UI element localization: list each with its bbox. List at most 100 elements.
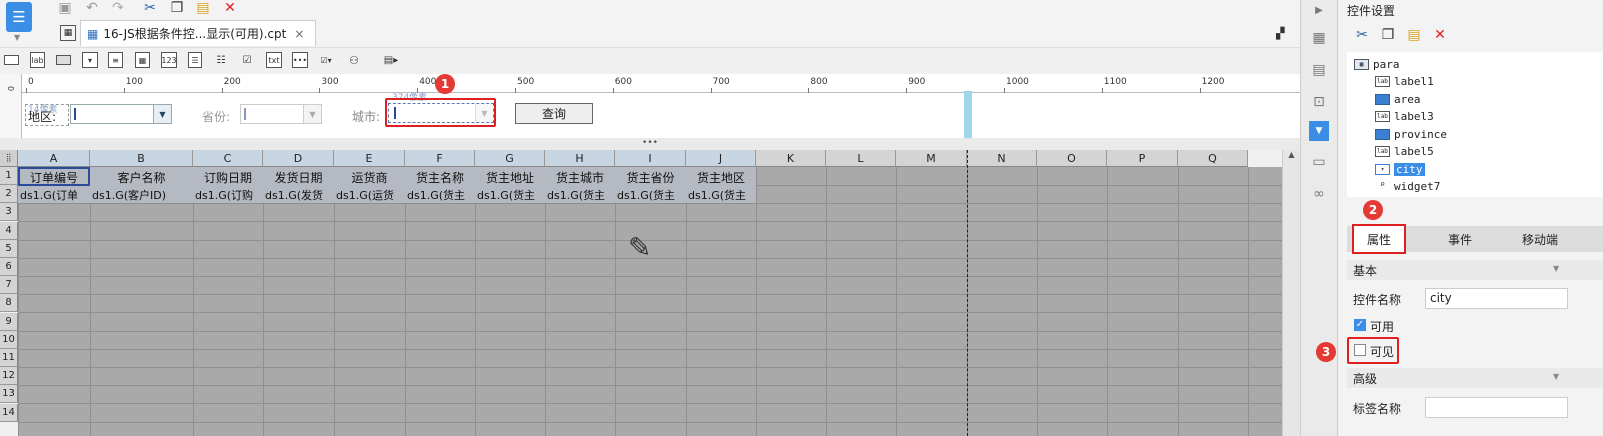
label-widget-button[interactable]: lab [30, 52, 45, 68]
province-combo[interactable]: ▼ [240, 104, 322, 124]
selected-cell-a1[interactable] [18, 167, 90, 186]
splitter-handle[interactable]: ••• [0, 138, 1300, 150]
date-widget-button[interactable]: ▦ [135, 52, 150, 68]
column-header-e[interactable]: E [334, 150, 405, 167]
row-header-12[interactable]: 12 [0, 367, 18, 386]
column-header-m[interactable]: M [896, 150, 967, 167]
sheet-corner[interactable]: ⣿ [0, 150, 18, 167]
data-cell[interactable]: ds1.G(运货 [334, 186, 405, 203]
header-cell[interactable]: 货主城市 [545, 168, 615, 186]
column-header-c[interactable]: C [193, 150, 263, 167]
tree-widget-button[interactable]: ⚇ [346, 52, 362, 68]
row-header-6[interactable]: 6 [0, 258, 18, 276]
data-cell[interactable]: ds1.G(订购 [193, 186, 263, 203]
more-widgets-button[interactable]: ▤▸ [378, 52, 404, 68]
column-header-n[interactable]: N [967, 150, 1037, 167]
file-tab[interactable]: ▦ 16-JS根据条件控...显示(可用).cpt × [80, 20, 316, 46]
column-header-p[interactable]: P [1107, 150, 1178, 167]
tree-item-city[interactable]: ▾ city [1375, 161, 1425, 177]
tab-events[interactable]: 事件 [1420, 226, 1500, 252]
app-menu-chevron-icon[interactable]: ▼ [14, 33, 20, 42]
header-cell[interactable]: 货主地址 [475, 168, 545, 186]
widget-settings-icon[interactable]: ▼ [1309, 121, 1329, 141]
header-cell[interactable]: 订购日期 [193, 168, 263, 186]
section-basic-chevron-icon[interactable]: ▼ [1553, 264, 1559, 273]
area-combo[interactable]: ▼ [70, 104, 172, 124]
grid-view-icon[interactable]: ▦ [60, 25, 76, 41]
radio-group-widget-button[interactable]: ☷ [214, 52, 228, 68]
row-header-9[interactable]: 9 [0, 312, 18, 331]
save-icon[interactable]: ▣ [55, 0, 75, 18]
column-header-i[interactable]: I [615, 150, 686, 167]
data-cell[interactable]: ds1.G(货主 [475, 186, 545, 203]
column-header-q[interactable]: Q [1178, 150, 1248, 167]
tree-item-para[interactable]: ▦ para [1354, 56, 1400, 72]
data-cell[interactable]: ds1.G(客户ID) [90, 186, 193, 203]
text-widget-button[interactable]: txt [266, 52, 282, 68]
column-header-o[interactable]: O [1037, 150, 1107, 167]
row-header-2[interactable]: 2 [0, 185, 18, 204]
header-cell[interactable]: 货主地区 [686, 168, 756, 186]
column-header-a[interactable]: A [18, 150, 90, 167]
data-cell[interactable]: ds1.G(货主 [545, 186, 615, 203]
row-header-13[interactable]: 13 [0, 385, 18, 404]
tab-mobile[interactable]: 移动端 [1505, 226, 1575, 252]
tree-item-province[interactable]: province [1375, 126, 1447, 142]
area-dropdown-icon[interactable]: ▼ [153, 105, 171, 123]
app-menu-icon[interactable]: ☰ [6, 2, 32, 32]
password-widget-button[interactable]: ••• [292, 52, 308, 68]
list-widget-button[interactable]: ≡ [108, 52, 123, 68]
tree-item-label3[interactable]: lab label3 [1375, 108, 1434, 124]
header-cell[interactable]: 发货日期 [263, 168, 334, 186]
cell-attributes-icon[interactable]: ▭ [1308, 152, 1330, 172]
layout-icon[interactable]: ▦ [1308, 28, 1330, 48]
close-tab-icon[interactable]: × [294, 27, 304, 41]
combo-check-widget-button[interactable]: ☑▾ [318, 52, 334, 68]
tree-item-widget7[interactable]: ⌕ widget7 [1375, 178, 1441, 194]
combo-widget-button[interactable]: ▾ [82, 52, 98, 68]
collapse-arrow-icon[interactable]: ▶ [1308, 0, 1330, 20]
section-advanced-chevron-icon[interactable]: ▼ [1553, 372, 1559, 381]
row-header-3[interactable]: 3 [0, 203, 18, 222]
frame-icon[interactable]: ⊡ [1308, 92, 1330, 112]
column-header-k[interactable]: K [756, 150, 826, 167]
undo-icon[interactable]: ↶ [82, 0, 102, 18]
header-cell[interactable]: 货主省份 [615, 168, 686, 186]
data-cell[interactable]: ds1.G(订单 [18, 186, 90, 203]
row-header-7[interactable]: 7 [0, 276, 18, 295]
column-header-f[interactable]: F [405, 150, 475, 167]
field-name-input[interactable]: city [1425, 288, 1568, 309]
data-cell[interactable]: ds1.G(货主 [615, 186, 686, 203]
panel-resize-bar[interactable] [964, 91, 972, 138]
number-widget-button[interactable]: 123 [161, 52, 177, 68]
header-cell[interactable]: 运货商 [334, 168, 405, 186]
column-header-j[interactable]: J [686, 150, 756, 167]
tree-item-area[interactable]: area [1375, 91, 1421, 107]
row-header-4[interactable]: 4 [0, 221, 18, 240]
row-header-10[interactable]: 10 [0, 330, 18, 349]
text-box-widget-button[interactable] [4, 55, 19, 65]
panel-delete-icon[interactable]: ✕ [1430, 25, 1450, 45]
vertical-scrollbar[interactable]: ▲ [1282, 150, 1300, 436]
tag-name-input[interactable] [1425, 397, 1568, 418]
column-header-d[interactable]: D [263, 150, 334, 167]
column-header-h[interactable]: H [545, 150, 615, 167]
widget-library-icon[interactable]: ▤ [1308, 60, 1330, 80]
cut-icon[interactable]: ✂ [140, 0, 160, 18]
tree-item-label5[interactable]: lab label5 [1375, 143, 1434, 159]
province-dropdown-icon[interactable]: ▼ [303, 105, 321, 123]
data-cell[interactable]: ds1.G(货主 [405, 186, 475, 203]
row-header-1[interactable]: 1 [0, 167, 18, 185]
row-header-14[interactable]: 14 [0, 403, 18, 422]
checkbox-group-widget-button[interactable]: ☑ [240, 52, 254, 68]
link-icon[interactable]: ∞ [1308, 184, 1330, 204]
data-cell[interactable]: ds1.G(货主 [686, 186, 756, 203]
column-header-l[interactable]: L [826, 150, 896, 167]
row-header-8[interactable]: 8 [0, 294, 18, 313]
row-header-11[interactable]: 11 [0, 349, 18, 367]
tab-properties[interactable]: 属性 [1352, 224, 1406, 254]
header-cell[interactable]: 客户名称 [90, 168, 193, 186]
query-button[interactable]: 查询 [515, 103, 593, 124]
button-widget-button[interactable] [56, 55, 71, 65]
copy-icon[interactable]: ❐ [167, 0, 187, 18]
